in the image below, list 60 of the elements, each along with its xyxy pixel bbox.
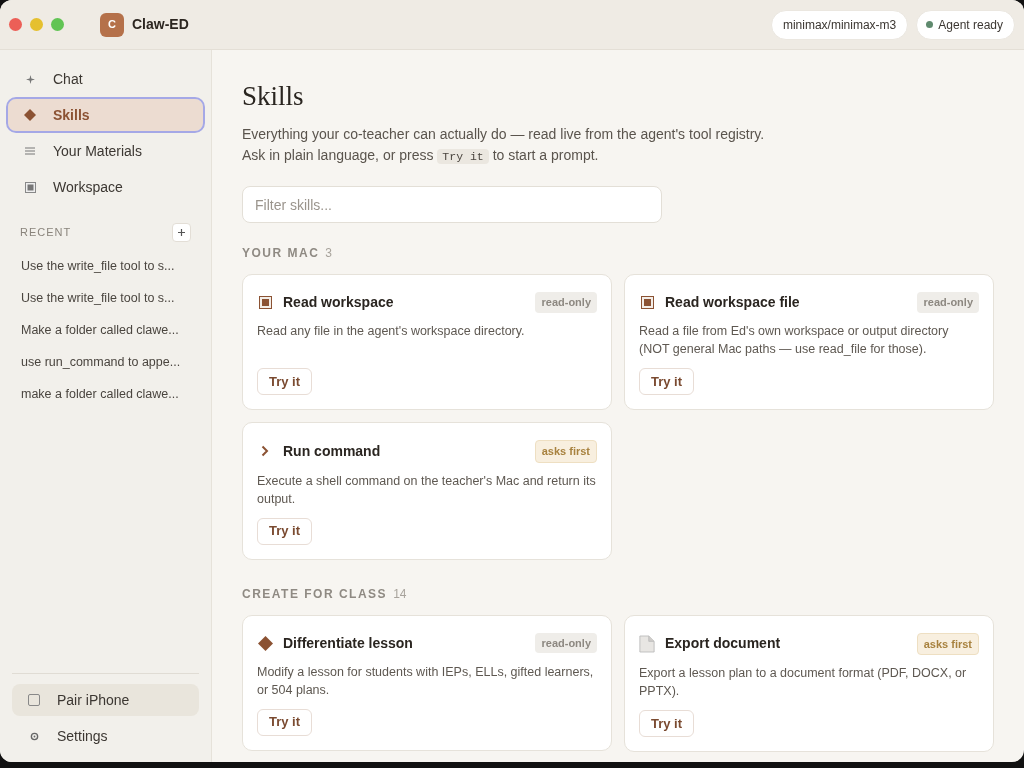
try-it-button[interactable]: Try it	[257, 708, 313, 736]
close-window-icon[interactable]	[9, 18, 22, 31]
diamond-icon	[257, 635, 273, 651]
model-pill[interactable]: minimax/minimax-m3	[770, 9, 909, 40]
skill-name: Read workspace file	[665, 293, 800, 312]
try-it-button[interactable]: Try it	[639, 710, 695, 737]
recent-heading: RECENT	[20, 225, 72, 241]
zoom-window-icon[interactable]	[51, 18, 64, 31]
skill-name: Export document	[665, 634, 781, 654]
agent-status-pill: Agent ready	[916, 9, 1015, 40]
section-count: 14	[393, 585, 407, 603]
skill-description: Read a file from Ed's own workspace or output directory (NOT general Mac paths — use read_file for those).	[639, 323, 950, 358]
sidebar-item[interactable]: Skills	[8, 99, 203, 131]
recent-chat-item[interactable]: make a folder called clawe...	[8, 378, 203, 410]
skill-description: Modify a lesson for students with IEPs, ELLs, gifted learners, or 504 plans.	[257, 663, 595, 699]
permission-badge: read-only	[535, 632, 597, 654]
square-icon	[24, 181, 36, 193]
sparkle-icon	[25, 74, 35, 84]
list-icon	[25, 147, 35, 155]
skill-name: Run command	[283, 441, 381, 461]
permission-badge: read-only	[535, 292, 597, 313]
skill-name: Differentiate lesson	[283, 633, 413, 653]
sidebar-item[interactable]: Chat	[8, 63, 203, 95]
sidebar-item[interactable]: Workspace	[8, 171, 203, 203]
square-icon	[258, 296, 272, 309]
page-title: Skills	[242, 80, 305, 113]
settings-icon	[29, 731, 39, 741]
section-count: 3	[325, 245, 333, 262]
try-it-button[interactable]: Try it	[257, 517, 313, 545]
app-logo: C	[100, 12, 124, 37]
permission-badge: read-only	[917, 292, 979, 313]
checkbox-icon	[28, 694, 40, 706]
sidebar-item[interactable]: Pair iPhone	[12, 684, 199, 716]
square-icon	[640, 296, 654, 309]
diamond-icon	[24, 109, 36, 121]
try-it-button[interactable]: Try it	[257, 368, 313, 395]
section-heading: CREATE FOR CLASS	[242, 585, 388, 603]
recent-chat-item[interactable]: Make a folder called clawe...	[8, 314, 203, 346]
try-it-button[interactable]: Try it	[639, 368, 695, 395]
chevron-icon	[261, 445, 269, 458]
sidebar-item[interactable]: Your Materials	[8, 135, 203, 167]
plus-icon	[177, 228, 186, 237]
skill-name: Read workspace	[283, 293, 394, 312]
skill-description: Export a lesson plan to a document format (PDF, DOCX, or PPTX).	[639, 665, 968, 700]
permission-badge: asks first	[916, 632, 979, 655]
permission-badge: asks first	[534, 440, 597, 463]
section-heading: YOUR MAC	[242, 245, 320, 262]
sidebar-item[interactable]: Settings	[12, 720, 199, 752]
page-description: Everything your co-teacher can actually do — read live from the agent's tool registry.	[242, 125, 766, 144]
skill-description: Read any file in the agent's workspace directory.	[257, 323, 526, 340]
recent-chat-item[interactable]: Use the write_file tool to s...	[8, 250, 203, 282]
page-description: Ask in plain language, or press Try it to start a prompt.	[242, 146, 600, 166]
recent-chat-item[interactable]: Use the write_file tool to s...	[8, 282, 203, 314]
app-title: Claw-ED	[132, 15, 189, 34]
new-chat-button[interactable]	[172, 223, 191, 242]
document-icon	[639, 633, 655, 654]
skill-description: Execute a shell command on the teacher's Mac and return its output.	[257, 472, 597, 508]
filter-skills-field[interactable]: Filter skills...	[242, 186, 662, 223]
minimize-window-icon[interactable]	[30, 18, 43, 31]
recent-chat-item[interactable]: use run_command to appe...	[8, 346, 203, 378]
